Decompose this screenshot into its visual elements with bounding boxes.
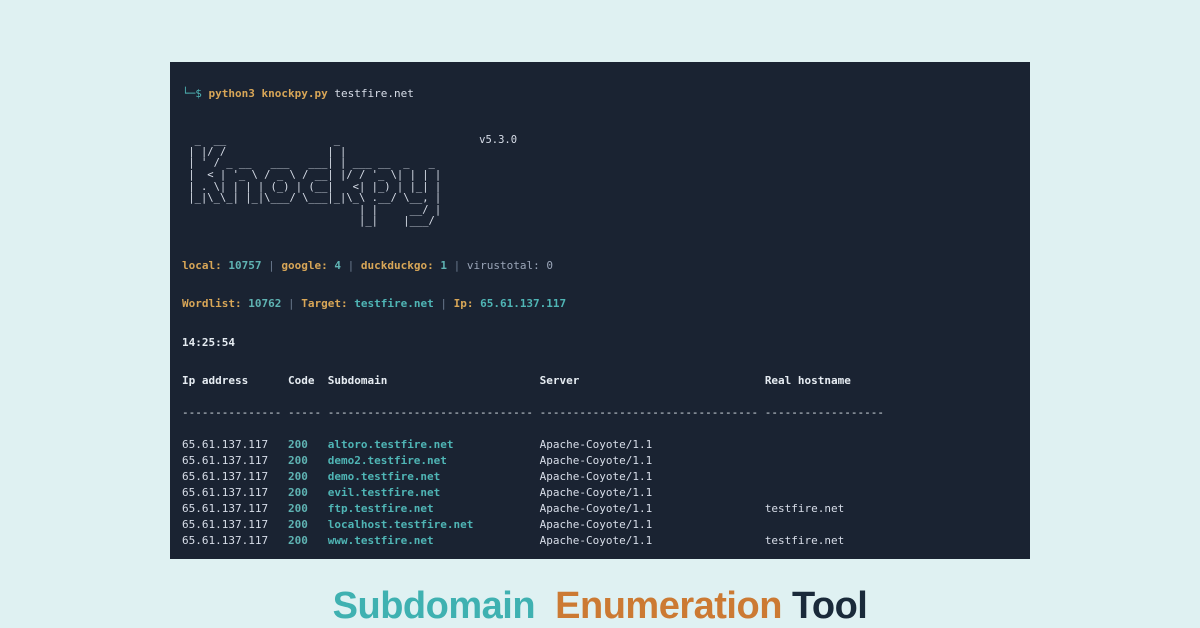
target-value: testfire.net [354,297,433,310]
prompt-arrow: └─ [182,87,195,100]
col-ip: Ip address [182,374,288,387]
local-value: 10757 [228,259,261,272]
ddg-label: duckduckgo: [361,259,434,272]
wordlist-label: Wordlist: [182,297,242,310]
table-row: 65.61.137.117 200 ftp.testfire.net Apach… [182,501,1018,517]
table-row: 65.61.137.117 200 altoro.testfire.net Ap… [182,437,1018,453]
google-value: 4 [334,259,341,272]
local-label: local: [182,259,222,272]
table-row: 65.61.137.117 200 www.testfire.net Apach… [182,533,1018,549]
timestamp-start: 14:25:54 [182,335,1018,351]
command-text: python3 knockpy.py [209,87,328,100]
table-row: 65.61.137.117 200 demo2.testfire.net Apa… [182,453,1018,469]
ddg-value: 1 [440,259,447,272]
ip-label: Ip: [454,297,474,310]
ascii-banner: _ __ _ v5.3.0 | |/ / | | | ' / _ __ ___ … [182,124,1018,228]
wordlist-value: 10762 [248,297,281,310]
terminal-window: └─$ python3 knockpy.py testfire.net _ __… [170,62,1030,559]
col-real: Real hostname [765,374,851,387]
separator: | [288,297,295,310]
command-arg: testfire.net [334,87,413,100]
col-sub: Subdomain [328,374,540,387]
separator: | [268,259,275,272]
table-row: 65.61.137.117 200 evil.testfire.net Apac… [182,485,1018,501]
prompt-line: └─$ python3 knockpy.py testfire.net [182,86,1018,102]
meta-line: Wordlist: 10762 | Target: testfire.net |… [182,296,1018,312]
caption-word-2: Enumeration [555,585,782,627]
table-rule: --------------- ----- ------------------… [182,405,1018,421]
prompt-symbol: $ [195,87,202,100]
version-text: v5.3.0 [479,134,517,146]
caption-word-1: Subdomain [333,585,535,627]
table-header: Ip address Code Subdomain Server Real ho… [182,373,1018,389]
separator: | [454,259,461,272]
target-label: Target: [301,297,347,310]
source-stats: local: 10757 | google: 4 | duckduckgo: 1… [182,258,1018,274]
vt-label: virustotal: [467,259,540,272]
separator: | [348,259,355,272]
separator: | [440,297,447,310]
table-row: 65.61.137.117 200 demo.testfire.net Apac… [182,469,1018,485]
col-server: Server [540,374,765,387]
table-body: 65.61.137.117 200 altoro.testfire.net Ap… [182,437,1018,549]
page-caption: Subdomain Enumeration Tool [333,585,868,628]
google-label: google: [281,259,327,272]
vt-value: 0 [546,259,553,272]
caption-word-3: Tool [792,585,867,627]
col-code: Code [288,374,328,387]
table-row: 65.61.137.117 200 localhost.testfire.net… [182,517,1018,533]
ip-value: 65.61.137.117 [480,297,566,310]
